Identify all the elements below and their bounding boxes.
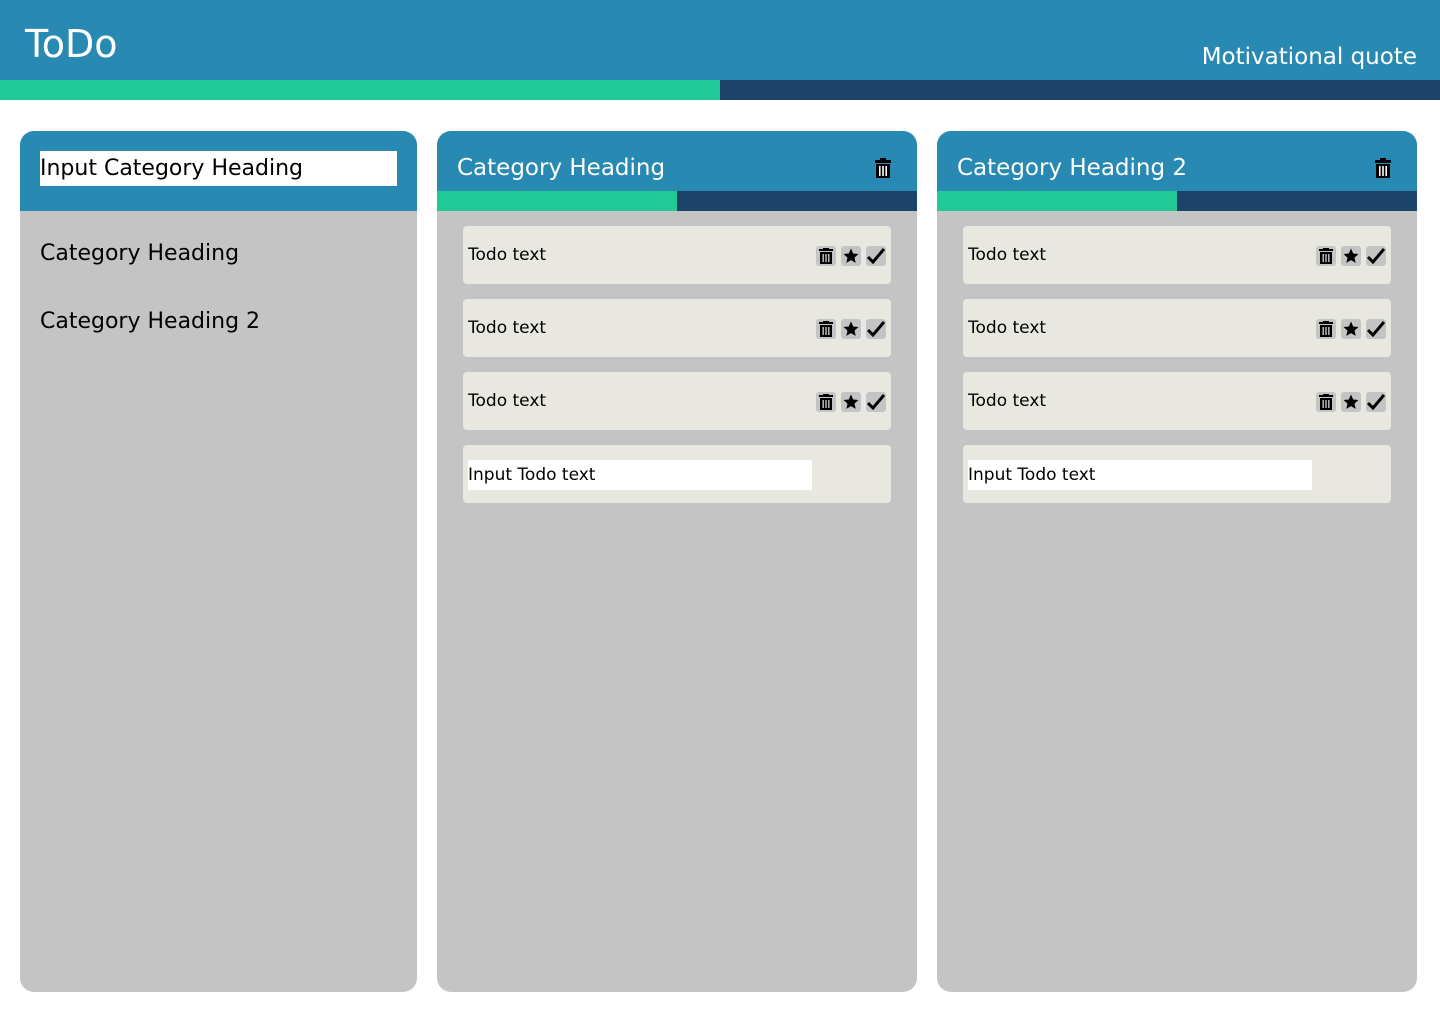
todo-input[interactable] (968, 460, 1312, 490)
todo-item: Todo text (463, 226, 891, 284)
check-icon (1367, 321, 1385, 337)
delete-todo-button[interactable] (816, 246, 836, 266)
sidebar-item-category-heading[interactable]: Category Heading (40, 240, 239, 268)
category-title: Category Heading 2 (957, 155, 1188, 181)
delete-category-button[interactable] (874, 158, 892, 178)
app-title: ToDo (25, 22, 118, 66)
category-title: Category Heading (457, 155, 666, 181)
sidebar-header (20, 131, 417, 211)
delete-todo-button[interactable] (1316, 246, 1336, 266)
trash-icon (819, 248, 833, 264)
star-icon (843, 321, 859, 336)
todo-item: Todo text (963, 226, 1391, 284)
complete-todo-button[interactable] (1366, 246, 1386, 266)
category-panel: Category Heading Todo text Todo text Tod… (437, 131, 917, 992)
motivational-quote: Motivational quote (1201, 44, 1417, 70)
todo-input[interactable] (468, 460, 812, 490)
complete-todo-button[interactable] (866, 246, 886, 266)
trash-icon (1319, 394, 1333, 410)
trash-icon (875, 158, 891, 178)
star-todo-button[interactable] (1341, 319, 1361, 339)
star-todo-button[interactable] (1341, 246, 1361, 266)
app-header: ToDo Motivational quote (0, 0, 1440, 80)
category-sidebar: Category Heading Category Heading 2 (20, 131, 417, 992)
complete-todo-button[interactable] (866, 319, 886, 339)
category-panel: Category Heading 2 Todo text Todo text T… (937, 131, 1417, 992)
category-progress-bar (437, 191, 917, 211)
complete-todo-button[interactable] (866, 392, 886, 412)
todo-item: Todo text (963, 372, 1391, 430)
star-todo-button[interactable] (841, 319, 861, 339)
star-icon (1343, 321, 1359, 336)
todo-text: Todo text (468, 318, 547, 338)
category-progress-bar (937, 191, 1417, 211)
todo-item: Todo text (463, 372, 891, 430)
sidebar-item-category-heading-2[interactable]: Category Heading 2 (40, 308, 260, 336)
star-todo-button[interactable] (841, 246, 861, 266)
overall-progress-bar (0, 80, 1440, 100)
delete-category-button[interactable] (1374, 158, 1392, 178)
complete-todo-button[interactable] (1366, 392, 1386, 412)
trash-icon (1319, 321, 1333, 337)
star-todo-button[interactable] (841, 392, 861, 412)
category-header: Category Heading 2 (937, 131, 1417, 211)
check-icon (867, 321, 885, 337)
category-header: Category Heading (437, 131, 917, 211)
complete-todo-button[interactable] (1366, 319, 1386, 339)
category-progress-fill (437, 191, 677, 211)
todo-text: Todo text (468, 391, 547, 411)
check-icon (867, 248, 885, 264)
check-icon (1367, 248, 1385, 264)
delete-todo-button[interactable] (816, 392, 836, 412)
check-icon (1367, 394, 1385, 410)
trash-icon (819, 394, 833, 410)
trash-icon (819, 321, 833, 337)
category-heading-input[interactable] (40, 151, 397, 186)
star-icon (843, 248, 859, 263)
check-icon (867, 394, 885, 410)
delete-todo-button[interactable] (1316, 319, 1336, 339)
star-icon (843, 394, 859, 409)
todo-text: Todo text (968, 391, 1047, 411)
todo-text: Todo text (968, 318, 1047, 338)
star-icon (1343, 248, 1359, 263)
delete-todo-button[interactable] (1316, 392, 1336, 412)
delete-todo-button[interactable] (816, 319, 836, 339)
new-todo-card (963, 445, 1391, 503)
todo-item: Todo text (963, 299, 1391, 357)
trash-icon (1375, 158, 1391, 178)
trash-icon (1319, 248, 1333, 264)
todo-text: Todo text (468, 245, 547, 265)
todo-item: Todo text (463, 299, 891, 357)
star-todo-button[interactable] (1341, 392, 1361, 412)
category-progress-fill (937, 191, 1177, 211)
new-todo-card (463, 445, 891, 503)
star-icon (1343, 394, 1359, 409)
todo-text: Todo text (968, 245, 1047, 265)
overall-progress-fill (0, 80, 720, 100)
